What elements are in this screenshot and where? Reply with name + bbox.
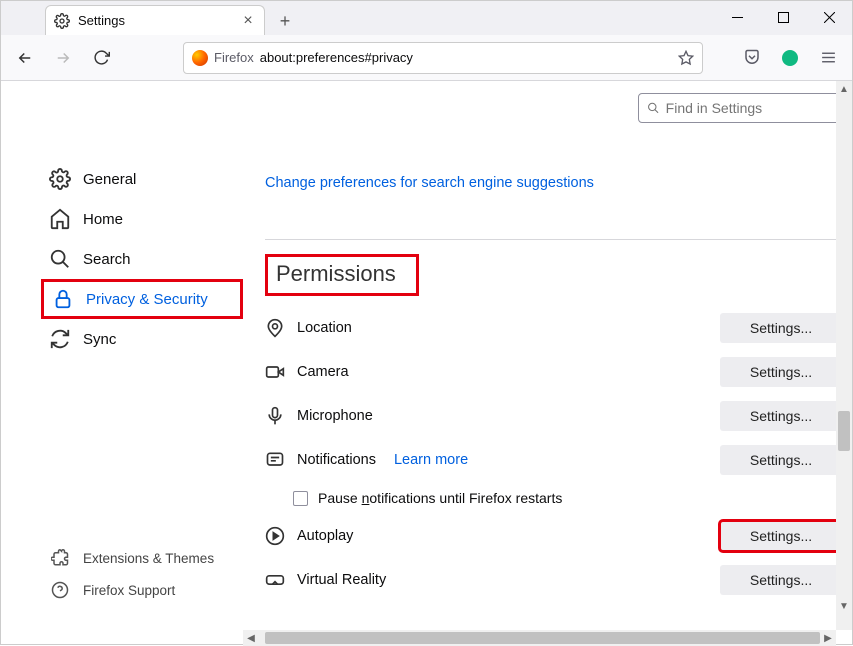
window-controls xyxy=(714,1,852,33)
permission-row-location: Location Settings... xyxy=(265,306,842,350)
home-icon xyxy=(49,208,71,230)
minimize-button[interactable] xyxy=(714,1,760,33)
sidebar-item-sync[interactable]: Sync xyxy=(41,319,243,359)
sidebar-item-support[interactable]: Firefox Support xyxy=(41,574,243,606)
close-icon[interactable]: × xyxy=(240,13,256,29)
scroll-left-button[interactable]: ◀ xyxy=(243,630,259,646)
sidebar-item-label: Sync xyxy=(83,331,116,348)
section-title-box: Permissions xyxy=(265,254,419,296)
location-icon xyxy=(265,318,285,338)
navbar: Firefox about:preferences#privacy xyxy=(1,35,852,81)
permission-label: Autoplay xyxy=(297,528,353,544)
menu-button[interactable] xyxy=(812,42,844,74)
sidebar-item-label: Firefox Support xyxy=(83,583,175,598)
sidebar-item-label: General xyxy=(83,171,136,188)
vertical-scrollbar[interactable]: ▲ ▼ xyxy=(836,81,852,630)
permission-label: Location xyxy=(297,320,352,336)
search-icon xyxy=(647,101,660,115)
content-area: General Home Search Privacy & Security S… xyxy=(1,81,852,630)
pause-notifications-row: Pause notifications until Firefox restar… xyxy=(265,482,842,514)
url-text: about:preferences#privacy xyxy=(260,50,413,65)
url-bar[interactable]: Firefox about:preferences#privacy xyxy=(183,42,703,74)
sidebar-item-label: Privacy & Security xyxy=(86,291,208,308)
sync-icon xyxy=(49,328,71,350)
pause-notifications-label: Pause notifications until Firefox restar… xyxy=(318,490,562,506)
sidebar-item-label: Extensions & Themes xyxy=(83,551,214,566)
autoplay-icon xyxy=(265,526,285,546)
firefox-logo-icon xyxy=(192,50,208,66)
back-button[interactable] xyxy=(9,42,41,74)
permission-row-autoplay: Autoplay Settings... xyxy=(265,514,842,558)
sidebar-item-general[interactable]: General xyxy=(41,159,243,199)
permission-label: Camera xyxy=(297,364,349,380)
gear-icon xyxy=(54,13,70,29)
browser-tab[interactable]: Settings × xyxy=(45,5,265,35)
puzzle-icon xyxy=(49,547,71,569)
sidebar-item-extensions[interactable]: Extensions & Themes xyxy=(41,542,243,574)
search-icon xyxy=(49,248,71,270)
pocket-icon[interactable] xyxy=(736,42,768,74)
reload-button[interactable] xyxy=(85,42,117,74)
scroll-up-button[interactable]: ▲ xyxy=(836,81,852,97)
settings-button-microphone[interactable]: Settings... xyxy=(720,401,842,431)
permission-row-camera: Camera Settings... xyxy=(265,350,842,394)
sidebar-item-label: Home xyxy=(83,211,123,228)
settings-button-autoplay[interactable]: Settings... xyxy=(720,521,842,551)
forward-button[interactable] xyxy=(47,42,79,74)
horizontal-scrollbar[interactable]: ◀ ▶ xyxy=(243,630,836,646)
sidebar: General Home Search Privacy & Security S… xyxy=(1,81,243,630)
microphone-icon xyxy=(265,406,285,426)
close-button[interactable] xyxy=(806,1,852,33)
permission-label: Notifications xyxy=(297,452,376,468)
search-input[interactable] xyxy=(666,100,841,116)
section-title: Permissions xyxy=(276,261,396,286)
gear-icon xyxy=(49,168,71,190)
scroll-down-button[interactable]: ▼ xyxy=(836,598,852,614)
vr-icon xyxy=(265,570,285,590)
learn-more-link[interactable]: Learn more xyxy=(394,452,468,468)
settings-button-location[interactable]: Settings... xyxy=(720,313,842,343)
settings-button-notifications[interactable]: Settings... xyxy=(720,445,842,475)
search-suggestions-link[interactable]: Change preferences for search engine sug… xyxy=(265,175,842,191)
sidebar-item-home[interactable]: Home xyxy=(41,199,243,239)
scroll-right-button[interactable]: ▶ xyxy=(820,630,836,646)
lock-icon xyxy=(52,288,74,310)
vertical-scrollbar-thumb[interactable] xyxy=(838,411,850,451)
notifications-icon xyxy=(265,450,285,470)
sidebar-item-privacy[interactable]: Privacy & Security xyxy=(41,279,243,319)
permission-label: Microphone xyxy=(297,408,373,424)
permission-row-microphone: Microphone Settings... xyxy=(265,394,842,438)
extension-icon[interactable] xyxy=(774,42,806,74)
settings-button-vr[interactable]: Settings... xyxy=(720,565,842,595)
sidebar-item-search[interactable]: Search xyxy=(41,239,243,279)
url-identity: Firefox xyxy=(214,50,254,65)
main-panel: Change preferences for search engine sug… xyxy=(243,81,852,630)
camera-icon xyxy=(265,362,285,382)
pause-notifications-checkbox[interactable] xyxy=(293,491,308,506)
permission-row-vr: Virtual Reality Settings... xyxy=(265,558,842,602)
horizontal-scrollbar-thumb[interactable] xyxy=(265,632,820,644)
settings-button-camera[interactable]: Settings... xyxy=(720,357,842,387)
permission-label: Virtual Reality xyxy=(297,572,386,588)
maximize-button[interactable] xyxy=(760,1,806,33)
find-in-settings[interactable] xyxy=(638,93,850,123)
new-tab-button[interactable]: + xyxy=(271,7,299,35)
sidebar-item-label: Search xyxy=(83,251,131,268)
tab-title: Settings xyxy=(78,13,232,28)
permission-row-notifications: Notifications Learn more Settings... xyxy=(265,438,842,482)
help-icon xyxy=(49,579,71,601)
bookmark-star-icon[interactable] xyxy=(678,50,694,66)
titlebar: Settings × + xyxy=(1,1,852,35)
